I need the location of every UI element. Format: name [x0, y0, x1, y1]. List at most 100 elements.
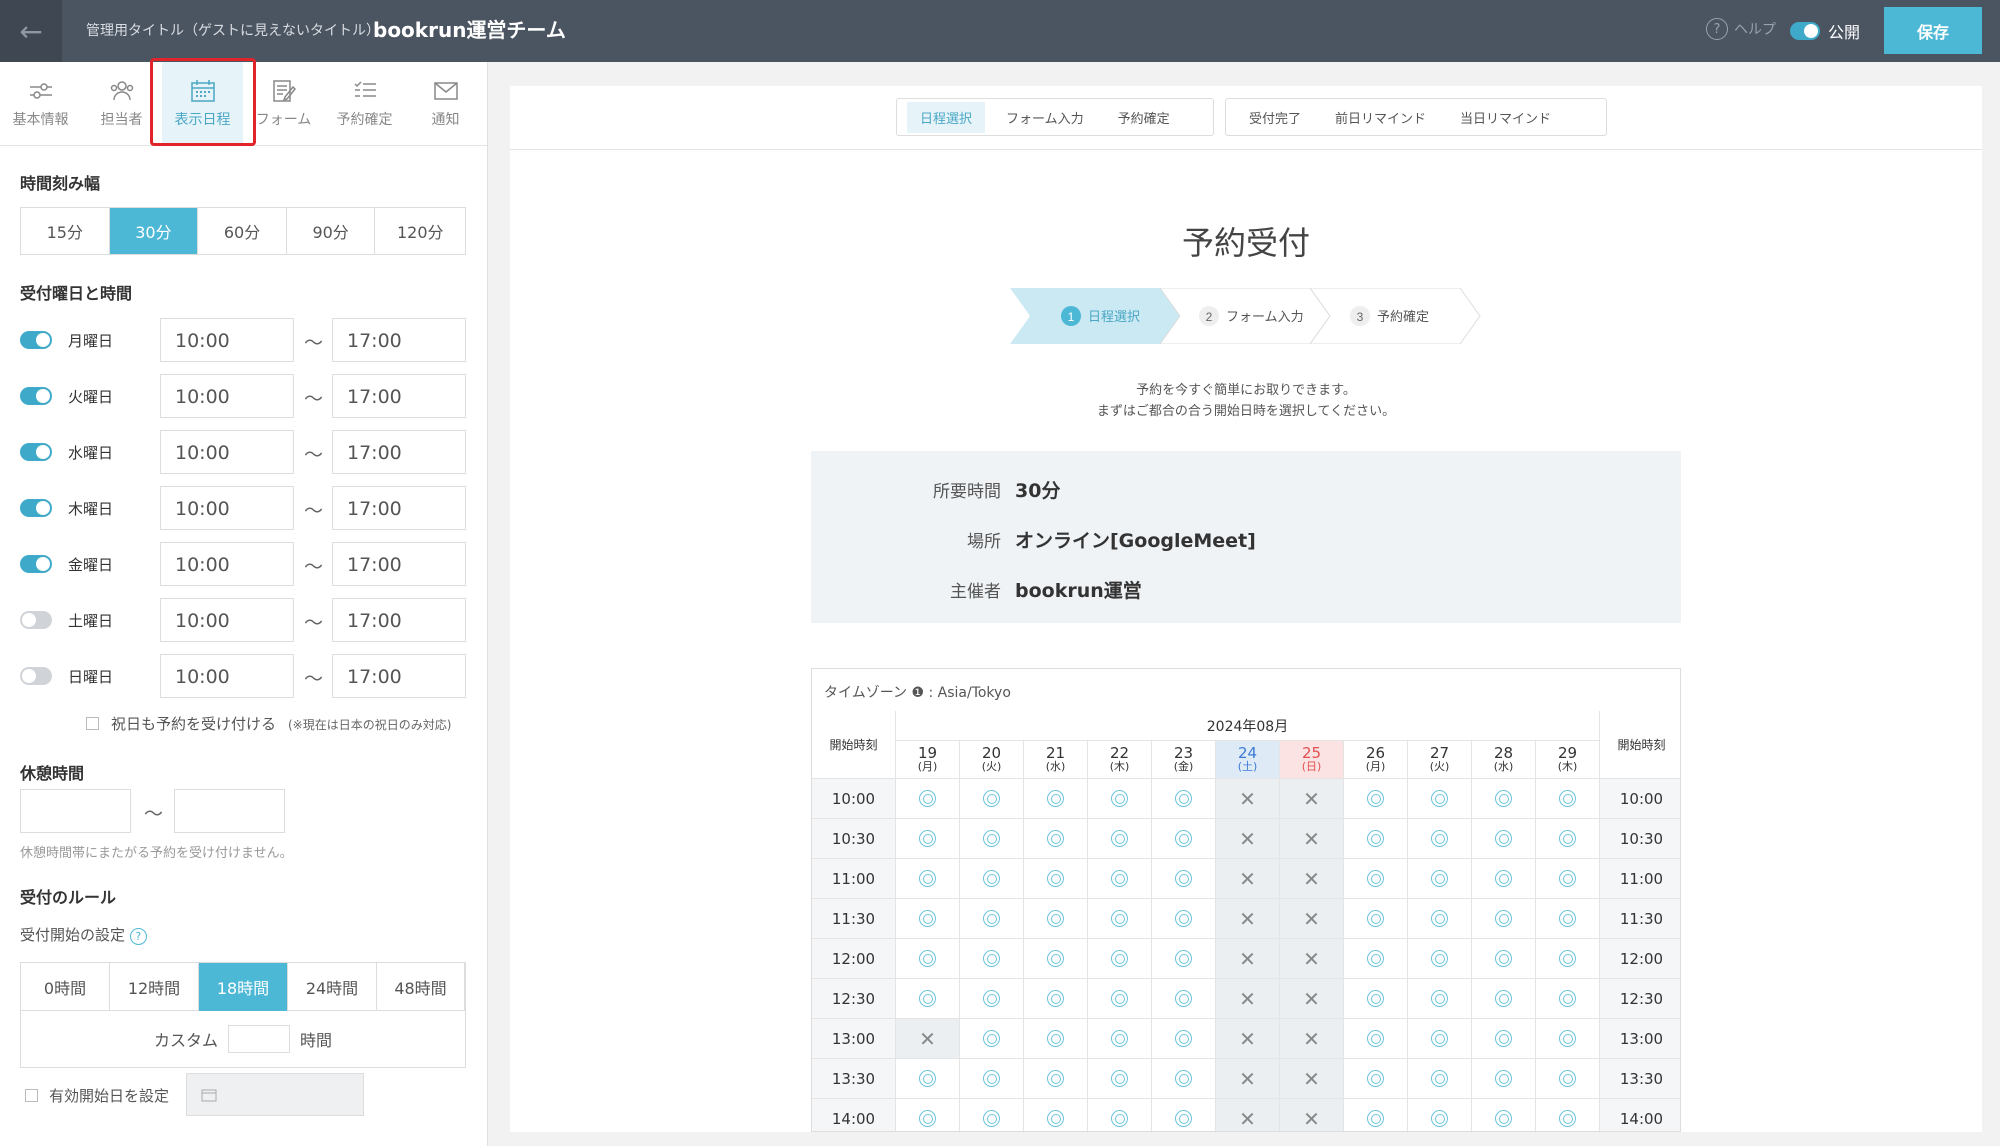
slot-available[interactable]	[1536, 899, 1600, 939]
slot-available[interactable]	[1088, 1019, 1152, 1059]
preview-nav-item[interactable]: 予約確定	[1105, 102, 1183, 133]
start-option[interactable]: 24時間	[288, 963, 377, 1011]
tab-confirm[interactable]: 予約確定	[324, 62, 405, 145]
preview-nav-item[interactable]: 受付完了	[1236, 102, 1314, 133]
interval-option[interactable]: 60分	[198, 208, 287, 254]
save-button[interactable]: 保存	[1884, 7, 1982, 54]
slot-available[interactable]	[1408, 819, 1472, 859]
start-time-input[interactable]: 10:00	[160, 318, 294, 362]
slot-available[interactable]	[1024, 819, 1088, 859]
day-toggle[interactable]	[20, 443, 52, 461]
break-from-input[interactable]	[20, 789, 131, 833]
holiday-checkbox[interactable]	[86, 717, 99, 730]
slot-available[interactable]	[1408, 939, 1472, 979]
preview-nav-item[interactable]: フォーム入力	[993, 102, 1097, 133]
slot-available[interactable]	[1408, 899, 1472, 939]
slot-available[interactable]	[960, 779, 1024, 819]
slot-available[interactable]	[1344, 819, 1408, 859]
slot-available[interactable]	[1088, 979, 1152, 1019]
slot-available[interactable]	[960, 819, 1024, 859]
back-arrow-icon[interactable]: ←	[0, 0, 62, 62]
slot-available[interactable]	[960, 899, 1024, 939]
preview-nav-item[interactable]: 日程選択	[907, 101, 986, 133]
interval-option[interactable]: 30分	[109, 208, 199, 254]
slot-available[interactable]	[960, 1099, 1024, 1131]
admin-title[interactable]: bookrun運営チーム	[373, 14, 566, 43]
slot-available[interactable]	[896, 859, 960, 899]
slot-available[interactable]	[1536, 859, 1600, 899]
day-toggle[interactable]	[20, 499, 52, 517]
start-option[interactable]: 48時間	[377, 963, 465, 1011]
slot-available[interactable]	[1344, 939, 1408, 979]
slot-available[interactable]	[896, 1099, 960, 1131]
help-link[interactable]: ? ヘルプ	[1706, 18, 1776, 40]
slot-available[interactable]	[1088, 779, 1152, 819]
publish-toggle[interactable]: 公開	[1790, 19, 1860, 43]
slot-available[interactable]	[1024, 859, 1088, 899]
slot-available[interactable]	[1408, 859, 1472, 899]
slot-available[interactable]	[1536, 939, 1600, 979]
slot-available[interactable]	[1152, 1019, 1216, 1059]
end-time-input[interactable]: 17:00	[332, 430, 466, 474]
slot-available[interactable]	[1024, 1019, 1088, 1059]
slot-available[interactable]	[960, 1019, 1024, 1059]
slot-available[interactable]	[1536, 1059, 1600, 1099]
slot-available[interactable]	[1152, 779, 1216, 819]
slot-available[interactable]	[1536, 979, 1600, 1019]
day-toggle[interactable]	[20, 387, 52, 405]
slot-available[interactable]	[1472, 1099, 1536, 1131]
start-time-input[interactable]: 10:00	[160, 374, 294, 418]
end-time-input[interactable]: 17:00	[332, 318, 466, 362]
end-time-input[interactable]: 17:00	[332, 654, 466, 698]
slot-available[interactable]	[1472, 899, 1536, 939]
day-toggle[interactable]	[20, 331, 52, 349]
slot-available[interactable]	[1024, 1059, 1088, 1099]
tab-notification[interactable]: 通知	[405, 62, 486, 145]
slot-available[interactable]	[896, 779, 960, 819]
slot-available[interactable]	[1088, 899, 1152, 939]
start-option[interactable]: 12時間	[110, 963, 199, 1011]
slot-available[interactable]	[1408, 1099, 1472, 1131]
slot-available[interactable]	[1344, 899, 1408, 939]
slot-available[interactable]	[1024, 899, 1088, 939]
slot-available[interactable]	[896, 939, 960, 979]
valid-start-checkbox[interactable]	[25, 1089, 38, 1102]
slot-available[interactable]	[1408, 979, 1472, 1019]
slot-available[interactable]	[1472, 859, 1536, 899]
valid-start-date-input[interactable]	[186, 1073, 364, 1116]
slot-available[interactable]	[1472, 1019, 1536, 1059]
end-time-input[interactable]: 17:00	[332, 374, 466, 418]
start-time-input[interactable]: 10:00	[160, 654, 294, 698]
slot-available[interactable]	[1344, 859, 1408, 899]
custom-hours-input[interactable]	[228, 1025, 290, 1053]
slot-available[interactable]	[1024, 779, 1088, 819]
slot-available[interactable]	[1408, 1019, 1472, 1059]
slot-available[interactable]	[1344, 979, 1408, 1019]
slot-available[interactable]	[1536, 1099, 1600, 1131]
publish-switch[interactable]	[1790, 22, 1820, 40]
slot-available[interactable]	[1344, 1059, 1408, 1099]
slot-available[interactable]	[1152, 899, 1216, 939]
slot-available[interactable]	[896, 1059, 960, 1099]
slot-available[interactable]	[1088, 1059, 1152, 1099]
slot-available[interactable]	[1344, 1099, 1408, 1131]
slot-available[interactable]	[1408, 779, 1472, 819]
start-time-input[interactable]: 10:00	[160, 430, 294, 474]
slot-available[interactable]	[1024, 1099, 1088, 1131]
slot-available[interactable]	[1152, 939, 1216, 979]
slot-available[interactable]	[896, 819, 960, 859]
slot-available[interactable]	[1472, 979, 1536, 1019]
slot-available[interactable]	[1152, 1099, 1216, 1131]
slot-available[interactable]	[1472, 779, 1536, 819]
interval-option[interactable]: 15分	[21, 208, 110, 254]
start-time-input[interactable]: 10:00	[160, 598, 294, 642]
interval-option[interactable]: 90分	[287, 208, 376, 254]
start-option[interactable]: 18時間	[199, 963, 288, 1011]
slot-available[interactable]	[1024, 939, 1088, 979]
start-time-input[interactable]: 10:00	[160, 486, 294, 530]
question-icon[interactable]: ?	[129, 928, 147, 945]
slot-available[interactable]	[1536, 819, 1600, 859]
slot-available[interactable]	[1088, 859, 1152, 899]
slot-available[interactable]	[896, 979, 960, 1019]
start-option[interactable]: 0時間	[21, 963, 110, 1011]
